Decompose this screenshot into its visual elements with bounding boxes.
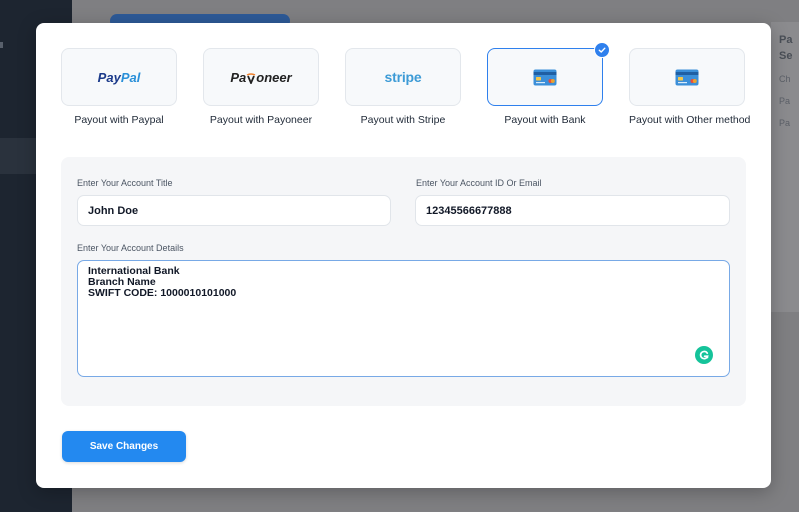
payout-option-label: Payout with Bank	[504, 114, 586, 126]
account-details-line: SWIFT CODE: 1000010101000	[88, 287, 237, 299]
account-details-line: International Bank	[88, 265, 180, 277]
account-title-label: Enter Your Account Title	[77, 178, 173, 188]
payoneer-logo: Pa oneer	[230, 69, 292, 85]
background-title-line: Se	[779, 50, 793, 62]
account-form-panel: Enter Your Account Title John Doe Enter …	[61, 157, 746, 406]
background-card	[771, 22, 799, 312]
sidebar-marker	[0, 42, 3, 48]
paypal-logo: PayPal	[97, 69, 141, 85]
grammarly-icon[interactable]	[695, 346, 713, 364]
bank-card-icon	[533, 69, 557, 85]
payout-option-stripe[interactable]: stripe Payout with Stripe	[345, 48, 461, 126]
payout-option-label: Payout with Paypal	[74, 114, 164, 126]
payout-option-label: Payout with Stripe	[360, 114, 446, 126]
payout-option-card[interactable]	[487, 42, 610, 106]
payout-option-card[interactable]: PayPal	[61, 48, 177, 106]
payout-option-payoneer[interactable]: Pa oneer Payout with Payoneer	[203, 48, 319, 126]
payout-option-label: Payout with Other method	[629, 114, 751, 126]
account-details-label: Enter Your Account Details	[77, 243, 184, 253]
account-title-input[interactable]: John Doe	[77, 195, 391, 226]
account-id-input[interactable]: 12345566677888	[415, 195, 730, 226]
save-changes-button[interactable]: Save Changes	[62, 431, 186, 462]
background-sub-line: Pa	[779, 118, 791, 128]
payout-option-card[interactable]	[629, 48, 745, 106]
background-sub-line: Pa	[779, 96, 791, 106]
payout-option-card[interactable]: stripe	[345, 48, 461, 106]
payoneer-mark-icon	[246, 72, 256, 85]
account-details-textarea[interactable]: International Bank Branch Name SWIFT COD…	[77, 260, 730, 377]
stripe-logo: stripe	[384, 69, 422, 85]
background-title-line: Pa	[779, 34, 793, 46]
payout-option-paypal[interactable]: PayPal Payout with Paypal	[61, 48, 177, 126]
payout-option-label: Payout with Payoneer	[209, 114, 313, 126]
bank-card-icon	[675, 69, 699, 85]
payout-option-other[interactable]: Payout with Other method	[629, 48, 751, 126]
payout-option-bank[interactable]: Payout with Bank	[487, 42, 610, 126]
background-sub-line: Ch	[779, 74, 791, 84]
account-id-label: Enter Your Account ID Or Email	[416, 178, 542, 188]
payout-method-modal: PayPal Payout with Paypal Pa oneer Payout…	[36, 23, 771, 488]
selected-check-icon	[594, 42, 610, 58]
payout-option-card[interactable]: Pa oneer	[203, 48, 319, 106]
